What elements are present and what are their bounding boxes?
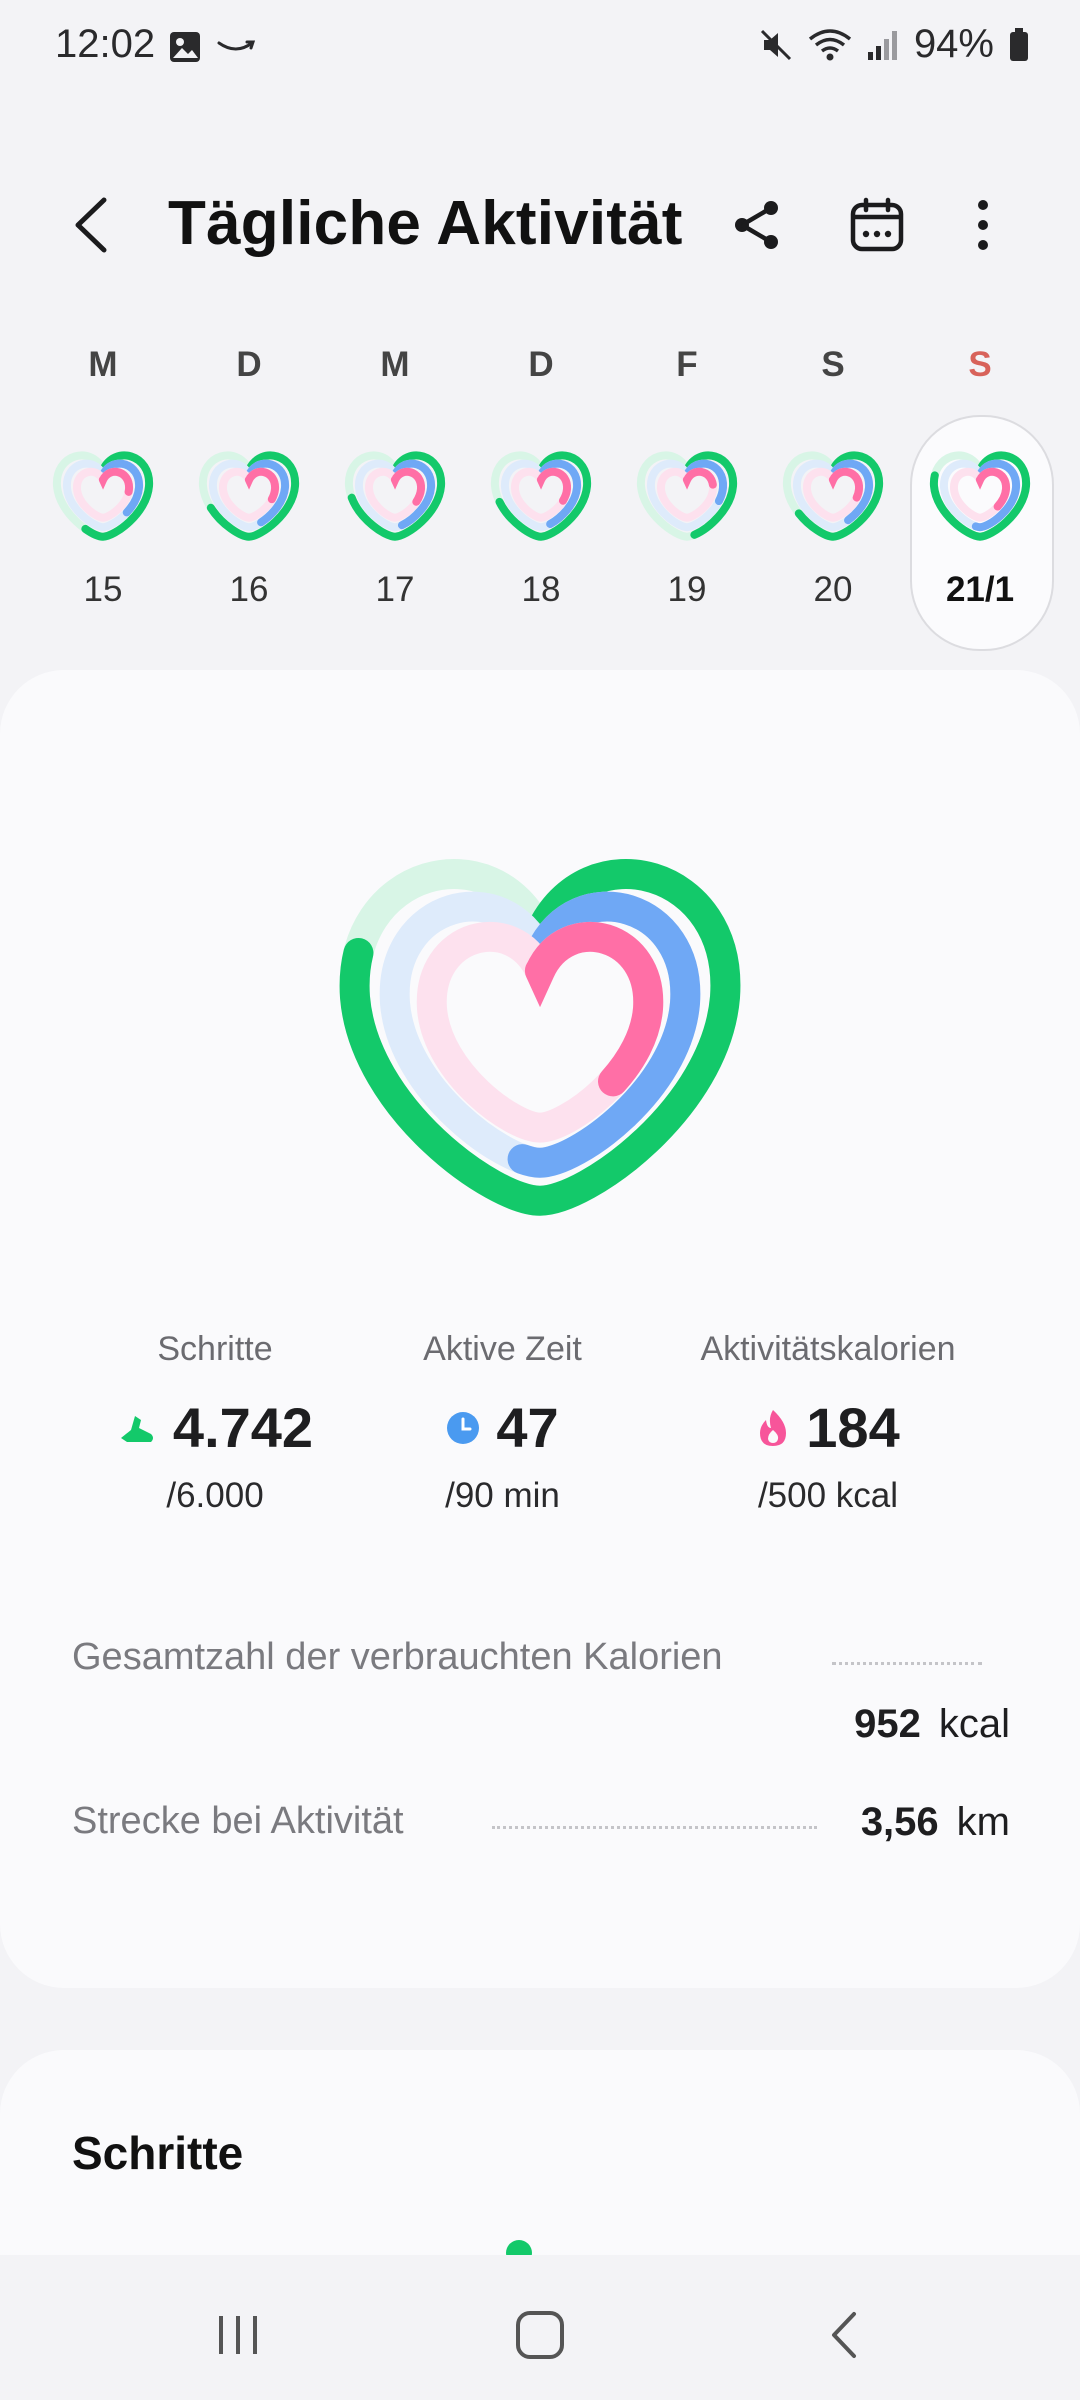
day-letter: S: [821, 345, 845, 384]
recent-apps-icon: [219, 2316, 257, 2354]
back-button[interactable]: [60, 192, 126, 258]
more-vertical-icon: [978, 200, 988, 250]
calories-goal: /500 kcal: [757, 1476, 899, 1515]
day-letter: M: [380, 345, 410, 384]
steps-stat: Schritte 4.742 /6.000: [115, 1330, 315, 1516]
status-time: 12:02: [55, 22, 156, 66]
total-calories-value: 952 kcal: [854, 1702, 1010, 1746]
calories-value: 184: [806, 1396, 900, 1459]
mini-ring-icon: [343, 439, 447, 543]
wifi-icon: [808, 28, 852, 60]
more-options-button[interactable]: [950, 192, 1016, 258]
recent-apps-button[interactable]: [198, 2295, 278, 2375]
active-time-goal: /90 min: [445, 1476, 560, 1515]
steps-card-title: Schritte: [72, 2127, 244, 2179]
day-item[interactable]: D 16: [176, 335, 322, 655]
day-date: 21/1: [945, 570, 1015, 609]
day-date: 20: [813, 570, 853, 609]
nav-back-icon: [832, 2312, 856, 2358]
mini-ring-icon: [51, 439, 155, 543]
shoe-icon: [120, 1415, 153, 1442]
page-title: Tägliche Aktivität: [168, 189, 683, 258]
image-icon: [170, 32, 200, 62]
activity-summary-card: Schritte 4.742 /6.000 Aktive Zeit 47 /90…: [0, 670, 1080, 1988]
amazon-icon: [217, 40, 256, 51]
app-header: Tägliche Aktivität: [0, 170, 1080, 280]
steps-label: Schritte: [157, 1330, 273, 1368]
day-date: 16: [229, 570, 269, 609]
nav-back-button[interactable]: [804, 2295, 884, 2375]
mute-icon: [760, 29, 791, 60]
share-button[interactable]: [724, 192, 790, 258]
share-icon: [735, 201, 778, 249]
active-time-value: 47: [496, 1396, 559, 1459]
day-item[interactable]: F 19: [614, 335, 760, 655]
calories-label: Aktivitätskalorien: [700, 1330, 956, 1368]
week-selector: M 15 D 16 M 17 D 18 F 19 S 20 S 21/1: [0, 335, 1080, 655]
day-letter: D: [236, 345, 262, 384]
distance-row: Strecke bei Aktivität 3,56 km: [72, 1800, 1010, 1860]
home-button[interactable]: [500, 2295, 580, 2375]
day-item[interactable]: M 15: [30, 335, 176, 655]
flame-icon: [760, 1409, 787, 1446]
mini-ring-icon: [928, 439, 1032, 543]
day-letter: F: [676, 345, 698, 384]
activity-heart-ring-icon: [339, 859, 741, 1216]
calendar-icon: [850, 197, 904, 252]
steps-value: 4.742: [172, 1396, 314, 1459]
distance-value: 3,56 km: [860, 1800, 1010, 1844]
total-calories-row: Gesamtzahl der verbrauchten Kalorien 952…: [72, 1636, 1010, 1746]
day-letter: S: [968, 345, 992, 384]
system-nav-bar: [0, 2255, 1080, 2400]
distance-label: Strecke bei Aktivität: [72, 1800, 404, 1842]
mini-ring-icon: [781, 439, 885, 543]
total-calories-label: Gesamtzahl der verbrauchten Kalorien: [72, 1636, 723, 1678]
day-item-selected[interactable]: S 21/1: [910, 335, 1056, 655]
calendar-button[interactable]: [844, 192, 910, 258]
battery-icon: [1010, 27, 1028, 61]
day-date: 17: [375, 570, 415, 609]
steps-goal: /6.000: [166, 1476, 264, 1515]
day-item[interactable]: S 20: [760, 335, 906, 655]
battery-percent: 94%: [913, 22, 994, 66]
mini-ring-icon: [635, 439, 739, 543]
day-letter: M: [88, 345, 118, 384]
active-time-stat: Aktive Zeit 47 /90 min: [400, 1330, 605, 1516]
active-time-label: Aktive Zeit: [423, 1330, 582, 1368]
clock-icon: [447, 1411, 480, 1444]
status-bar: 12:02 94%: [0, 0, 1080, 100]
calories-stat: Aktivitätskalorien 184 /500 kcal: [680, 1330, 976, 1516]
day-date: 18: [521, 570, 561, 609]
day-letter: D: [528, 345, 554, 384]
chevron-left-icon: [75, 197, 107, 253]
day-date: 15: [83, 570, 123, 609]
home-icon: [516, 2311, 564, 2359]
signal-icon: [867, 30, 897, 60]
mini-ring-icon: [197, 439, 301, 543]
day-date: 19: [667, 570, 707, 609]
day-item[interactable]: D 18: [468, 335, 614, 655]
mini-ring-icon: [489, 439, 593, 543]
day-item[interactable]: M 17: [322, 335, 468, 655]
